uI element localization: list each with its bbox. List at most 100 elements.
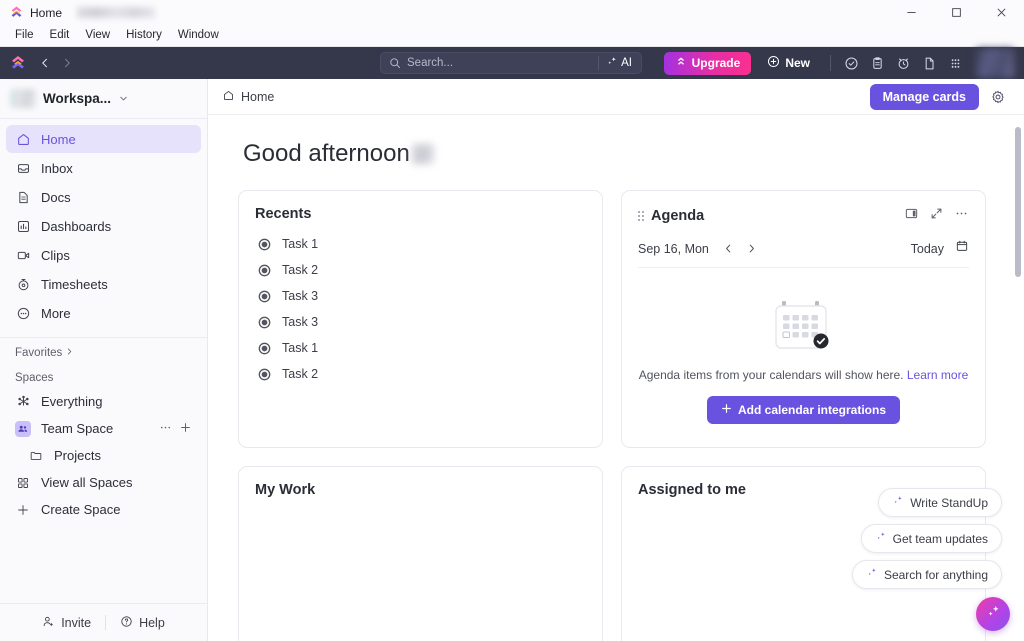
- sidebar-item-projects[interactable]: Projects: [6, 442, 201, 469]
- agenda-card-actions: [904, 206, 969, 226]
- sidebar-item-create-space[interactable]: Create Space: [6, 496, 201, 523]
- menu-item-edit[interactable]: Edit: [43, 26, 77, 45]
- list-item[interactable]: Task 3: [255, 285, 586, 307]
- sidebar-item-everything[interactable]: Everything: [6, 388, 201, 415]
- favorites-label: Favorites: [15, 347, 63, 359]
- sidebar-item-inbox[interactable]: Inbox: [6, 154, 201, 182]
- menu-item-view[interactable]: View: [78, 26, 117, 45]
- sidebar-item-label: Home: [41, 131, 76, 147]
- nav-forward-button[interactable]: [56, 52, 78, 74]
- new-button[interactable]: New: [759, 52, 818, 75]
- team-space-actions: [159, 421, 192, 437]
- workspace-switcher[interactable]: Workspa...: [0, 79, 207, 119]
- vertical-scrollbar[interactable]: [1015, 127, 1021, 277]
- grid-icon: [15, 475, 31, 491]
- sidebar-item-dashboards[interactable]: Dashboards: [6, 212, 201, 240]
- invite-button[interactable]: Invite: [28, 611, 105, 635]
- expand-icon[interactable]: [930, 207, 943, 225]
- ai-pill-write-standup[interactable]: Write StandUp: [878, 488, 1002, 517]
- minimize-button[interactable]: [889, 0, 934, 25]
- learn-more-link[interactable]: Learn more: [907, 368, 968, 382]
- search-input[interactable]: Search...: [407, 57, 598, 69]
- greeting-name-blurred: [411, 144, 434, 164]
- list-item[interactable]: Task 1: [255, 233, 586, 255]
- favorites-header[interactable]: Favorites: [0, 338, 207, 363]
- window-title: Home: [30, 5, 63, 20]
- ai-quick-actions: Write StandUp Get team updates Search fo…: [851, 488, 1002, 589]
- ai-button[interactable]: AI: [599, 53, 641, 73]
- list-item[interactable]: Task 1: [255, 337, 586, 359]
- sidebar-item-home[interactable]: Home: [6, 125, 201, 153]
- more-options-icon[interactable]: [954, 206, 969, 226]
- space-add-icon[interactable]: [179, 421, 192, 437]
- sidebar-nav: Home Inbox Docs Dashboards Clips Timeshe…: [0, 119, 207, 332]
- menu-item-window[interactable]: Window: [171, 26, 226, 45]
- spaces-label: Spaces: [15, 372, 54, 384]
- window-titlebar: Home: [0, 0, 1024, 25]
- split-panel-icon[interactable]: [904, 206, 919, 226]
- top-navigation-bar: Search... AI Upgrade New: [0, 47, 1024, 79]
- more-icon: [15, 305, 31, 321]
- manage-cards-button[interactable]: Manage cards: [869, 83, 979, 110]
- nav-back-button[interactable]: [34, 52, 56, 74]
- clips-icon: [15, 247, 31, 263]
- maximize-button[interactable]: [934, 0, 979, 25]
- sparkle-icon: [985, 603, 1002, 625]
- list-item[interactable]: Task 2: [255, 259, 586, 281]
- help-button[interactable]: Help: [106, 611, 179, 635]
- app-body: Workspa... Home Inbox Docs Dashboards Cl…: [0, 79, 1024, 641]
- task-label: Task 1: [282, 341, 319, 355]
- agenda-date-bar: Sep 16, Mon Today: [638, 239, 969, 268]
- space-more-icon[interactable]: [159, 421, 172, 437]
- docs-icon: [15, 189, 31, 205]
- upgrade-label: Upgrade: [691, 56, 741, 70]
- search-icon: [389, 57, 401, 69]
- add-calendar-integrations-button[interactable]: Add calendar integrations: [706, 396, 901, 424]
- agenda-card: Agenda Sep 16, Mon Today Agenda items fr…: [621, 190, 986, 448]
- calendar-icon[interactable]: [955, 239, 969, 258]
- sidebar-footer: Invite Help: [0, 603, 207, 641]
- spaces-header: Spaces: [0, 363, 207, 388]
- next-day-button[interactable]: [743, 240, 761, 258]
- top-nav-actions: Upgrade New: [663, 48, 1014, 78]
- drag-handle-icon[interactable]: [638, 211, 644, 221]
- breadcrumb[interactable]: Home: [222, 89, 274, 105]
- list-item[interactable]: Task 3: [255, 311, 586, 333]
- calendar-illustration-icon: [773, 298, 835, 356]
- clipboard-icon[interactable]: [865, 51, 889, 75]
- sidebar-item-clips[interactable]: Clips: [6, 241, 201, 269]
- menu-item-file[interactable]: File: [8, 26, 41, 45]
- sidebar-item-docs[interactable]: Docs: [6, 183, 201, 211]
- alarm-clock-icon[interactable]: [891, 51, 915, 75]
- sidebar-item-team-space[interactable]: Team Space: [6, 415, 201, 442]
- today-button[interactable]: Today: [911, 242, 944, 256]
- close-button[interactable]: [979, 0, 1024, 25]
- document-icon[interactable]: [917, 51, 941, 75]
- sidebar-item-timesheets[interactable]: Timesheets: [6, 270, 201, 298]
- my-work-title: My Work: [255, 482, 316, 498]
- invite-label: Invite: [61, 615, 92, 630]
- sidebar-item-more[interactable]: More: [6, 299, 201, 327]
- ai-pill-label: Get team updates: [892, 531, 988, 546]
- global-search-bar[interactable]: Search... AI: [380, 52, 642, 74]
- check-circle-icon[interactable]: [839, 51, 863, 75]
- space-label: Team Space: [41, 421, 114, 436]
- recents-task-list: Task 1 Task 2 Task 3 Task 3 Task 1 Task …: [255, 233, 586, 385]
- app-logo-icon: [10, 6, 23, 19]
- sidebar-item-view-all-spaces[interactable]: View all Spaces: [6, 469, 201, 496]
- upgrade-button[interactable]: Upgrade: [663, 51, 752, 75]
- ai-pill-label: Search for anything: [883, 567, 988, 582]
- gear-icon[interactable]: [985, 84, 1011, 110]
- task-status-icon: [258, 264, 271, 277]
- new-label: New: [785, 56, 810, 70]
- menu-item-history[interactable]: History: [119, 26, 169, 45]
- ai-assistant-fab[interactable]: [976, 597, 1010, 631]
- user-avatar[interactable]: [976, 48, 1014, 78]
- sidebar-item-label: Inbox: [41, 160, 73, 176]
- prev-day-button[interactable]: [720, 240, 738, 258]
- apps-grid-icon[interactable]: [943, 51, 967, 75]
- brand-logo-icon[interactable]: [10, 55, 26, 71]
- list-item[interactable]: Task 2: [255, 363, 586, 385]
- ai-pill-get-team-updates[interactable]: Get team updates: [860, 524, 1002, 553]
- ai-pill-search-for-anything[interactable]: Search for anything: [851, 560, 1002, 589]
